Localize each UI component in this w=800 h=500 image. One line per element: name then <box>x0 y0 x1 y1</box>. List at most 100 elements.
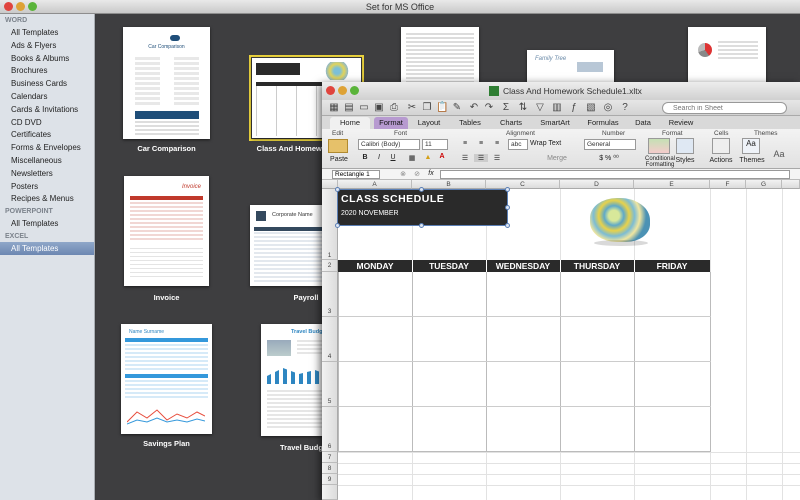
actions-icon[interactable] <box>712 138 730 154</box>
align-center-icon[interactable]: ☰ <box>474 154 488 162</box>
paste-icon[interactable]: 📋 <box>436 102 448 114</box>
search-input[interactable] <box>662 102 787 114</box>
save-icon[interactable]: ▣ <box>373 102 385 114</box>
crumpled-globe-image[interactable] <box>584 192 656 252</box>
orientation-select[interactable]: abc <box>508 139 528 150</box>
enter-icon[interactable]: ⊘ <box>412 170 422 178</box>
zoom-icon[interactable]: ◎ <box>602 102 614 114</box>
tab-smartart[interactable]: SmartArt <box>532 117 578 129</box>
number-format-select[interactable]: General <box>584 139 636 150</box>
row-header[interactable]: 2 <box>322 260 338 272</box>
resize-handle[interactable] <box>335 187 340 192</box>
align-top-icon[interactable]: ≡ <box>458 140 472 147</box>
column-header[interactable]: D <box>560 180 634 189</box>
font-name-select[interactable]: Calibri (Body) <box>358 139 420 150</box>
autosum-icon[interactable]: Σ <box>500 102 512 114</box>
formula-input[interactable] <box>440 170 790 179</box>
column-header[interactable]: F <box>710 180 746 189</box>
row-header[interactable]: 3 <box>322 272 338 317</box>
undo-icon[interactable]: ↶ <box>468 102 480 114</box>
fill-color-icon[interactable]: ▲ <box>422 154 434 161</box>
template-car-comparison[interactable]: Car Comparison <box>123 27 210 139</box>
sidebar-item-recipes-menus[interactable]: Recipes & Menus <box>0 192 94 205</box>
row-header[interactable]: 8 <box>322 463 338 474</box>
sidebar-item-all-templates[interactable]: All Templates <box>0 217 94 230</box>
sidebar-item-cd-dvd[interactable]: CD DVD <box>0 116 94 129</box>
sidebar-item-newsletters[interactable]: Newsletters <box>0 167 94 180</box>
row-header[interactable]: 4 <box>322 317 338 362</box>
sidebar-item-business-cards[interactable]: Business Cards <box>0 77 94 90</box>
resize-handle[interactable] <box>335 223 340 228</box>
column-header[interactable]: C <box>486 180 560 189</box>
align-right-icon[interactable]: ☰ <box>490 154 504 162</box>
template-savings-plan[interactable]: Name Surname <box>121 324 212 434</box>
template-invoice[interactable]: Invoice <box>124 176 209 286</box>
redo-icon[interactable]: ↷ <box>483 102 495 114</box>
styles-button[interactable]: Styles <box>674 157 696 164</box>
help-icon[interactable]: ? <box>619 102 631 114</box>
cancel-icon[interactable]: ⊗ <box>398 170 408 178</box>
template-top-3[interactable] <box>401 27 479 87</box>
sidebar-item-all-templates[interactable]: All Templates <box>0 241 94 255</box>
tab-formulas[interactable]: Formulas <box>580 117 626 129</box>
open-icon[interactable]: ▭ <box>358 102 370 114</box>
actions-button[interactable]: Actions <box>706 157 736 164</box>
theme-fonts-icon[interactable]: Aa <box>770 149 788 159</box>
excel-minimize-button[interactable] <box>338 86 347 95</box>
align-middle-icon[interactable]: ≡ <box>474 140 488 147</box>
column-header[interactable]: G <box>746 180 782 189</box>
align-bottom-icon[interactable]: ≡ <box>490 140 504 147</box>
row-header[interactable]: 5 <box>322 362 338 407</box>
sidebar-item-books-albums[interactable]: Books & Albums <box>0 52 94 65</box>
resize-handle[interactable] <box>419 187 424 192</box>
number-buttons[interactable]: $ % ⁰⁰ <box>584 154 634 162</box>
font-size-select[interactable]: 11 <box>422 139 448 150</box>
themes-icon[interactable]: Aa <box>742 138 760 154</box>
templates-icon[interactable]: ▤ <box>343 102 355 114</box>
resize-handle[interactable] <box>505 187 510 192</box>
print-icon[interactable]: ⎙ <box>388 102 400 114</box>
close-button[interactable] <box>4 2 13 11</box>
name-box[interactable]: Rectangle 1 <box>332 170 380 179</box>
resize-handle[interactable] <box>419 223 424 228</box>
resize-handle[interactable] <box>505 205 510 210</box>
row-header[interactable]: 9 <box>322 474 338 485</box>
column-header[interactable]: A <box>338 180 412 189</box>
excel-close-button[interactable] <box>326 86 335 95</box>
column-header[interactable]: E <box>634 180 710 189</box>
merge-button[interactable]: Merge <box>542 155 572 162</box>
format-painter-icon[interactable]: ✎ <box>451 102 463 114</box>
bold-button[interactable]: B <box>360 154 370 161</box>
row-header[interactable]: 6 <box>322 407 338 452</box>
wrap-text-button[interactable]: Wrap Text <box>530 140 580 147</box>
minimize-button[interactable] <box>16 2 25 11</box>
paste-button[interactable]: Paste <box>326 156 352 163</box>
cut-icon[interactable]: ✂ <box>406 102 418 114</box>
sidebar-item-miscellaneous[interactable]: Miscellaneous <box>0 154 94 167</box>
toolbox-icon[interactable]: ▧ <box>585 102 597 114</box>
sidebar-item-forms-envelopes[interactable]: Forms & Envelopes <box>0 141 94 154</box>
new-icon[interactable]: ▦ <box>328 102 340 114</box>
themes-button[interactable]: Themes <box>738 157 766 164</box>
tab-charts[interactable]: Charts <box>492 117 530 129</box>
italic-button[interactable]: I <box>374 154 384 161</box>
tab-review[interactable]: Review <box>662 117 700 129</box>
sidebar-item-ads-flyers[interactable]: Ads & Flyers <box>0 39 94 52</box>
conditional-formatting-icon[interactable] <box>648 138 670 154</box>
sidebar-item-calendars[interactable]: Calendars <box>0 90 94 103</box>
gallery-icon[interactable]: ▥ <box>551 102 563 114</box>
tab-layout[interactable]: Layout <box>412 117 446 129</box>
tab-tables[interactable]: Tables <box>450 117 490 129</box>
sort-icon[interactable]: ⇅ <box>517 102 529 114</box>
tab-home[interactable]: Home <box>330 117 370 129</box>
column-header[interactable] <box>782 180 800 189</box>
tab-data[interactable]: Data <box>628 117 658 129</box>
borders-icon[interactable]: ▦ <box>406 154 418 162</box>
resize-handle[interactable] <box>505 223 510 228</box>
filter-icon[interactable]: ▽ <box>534 102 546 114</box>
copy-icon[interactable]: ❐ <box>421 102 433 114</box>
styles-icon[interactable] <box>676 138 694 154</box>
schedule-grid[interactable] <box>338 272 711 452</box>
row-header[interactable]: 7 <box>322 452 338 463</box>
sidebar-item-cards-invitations[interactable]: Cards & Invitations <box>0 103 94 116</box>
